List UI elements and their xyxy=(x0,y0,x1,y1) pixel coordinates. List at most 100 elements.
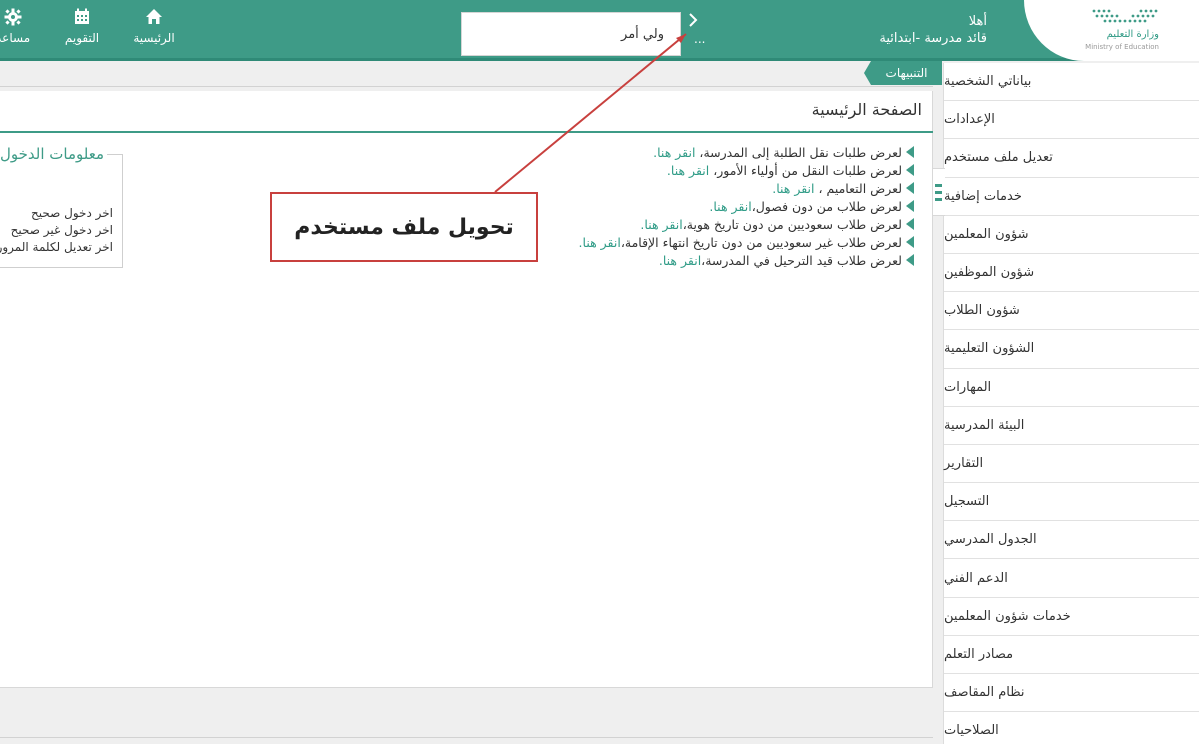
sidebar-item-profile[interactable]: بياناتي الشخصية xyxy=(944,63,1199,102)
logo-title: وزارة التعليم xyxy=(1106,29,1159,40)
sidebar-item-label: التقارير xyxy=(944,455,984,471)
alert-item: لعرض طلاب من دون فصول،انقر هنا. xyxy=(579,198,914,216)
alert-text: لعرض طلبات النقل من أولياء الأمور، xyxy=(709,163,902,178)
menu-icon-bar xyxy=(935,191,942,194)
sidebar-item-extra-services[interactable]: خدمات إضافية xyxy=(944,178,1199,216)
logo-subtitle: Ministry of Education xyxy=(1085,43,1159,51)
sidebar-item-educational-affairs[interactable]: الشؤون التعليمية xyxy=(944,330,1199,369)
sidebar-item-label: المهارات xyxy=(944,379,992,395)
nav-help-label: مساعد xyxy=(0,31,31,45)
sidebar-item-school-schedule[interactable]: الجدول المدرسي xyxy=(944,521,1199,560)
alert-item: لعرض طلاب سعوديين من دون تاريخ هوية،انقر… xyxy=(579,216,914,234)
sidebar-item-label: الدعم الفني xyxy=(944,570,1008,586)
alert-link[interactable]: انقر هنا. xyxy=(709,199,751,214)
caret-left-icon xyxy=(906,200,914,212)
alert-text: لعرض التعاميم ، xyxy=(814,181,902,196)
sidebar-menu: بياناتي الشخصية الإعدادات تعديل ملف مستخ… xyxy=(943,63,1199,744)
alert-link[interactable]: انقر هنا. xyxy=(579,235,621,250)
caret-left-icon xyxy=(906,218,914,230)
role-more[interactable]: ... xyxy=(694,32,705,46)
alert-text: لعرض طلاب غير سعوديين من دون تاريخ انتها… xyxy=(620,235,902,250)
login-info-title: معلومات الدخول xyxy=(0,145,108,163)
login-info-box: معلومات الدخول اخر دخول صحيح اخر دخول غي… xyxy=(0,145,123,268)
gear-icon xyxy=(0,8,34,30)
alert-text: لعرض طلاب من دون فصول، xyxy=(751,199,902,214)
sidebar-item-label: خدمات شؤون المعلمين xyxy=(944,608,1071,624)
user-greeting: أهلا قائد مدرسة -ابتدائية xyxy=(879,13,987,47)
menu-icon-bar xyxy=(935,198,942,201)
role-selector[interactable]: ولي أمر xyxy=(461,12,681,56)
alert-item: لعرض طلبات النقل من أولياء الأمور، انقر … xyxy=(579,162,914,180)
calendar-icon xyxy=(58,8,106,30)
alert-link[interactable]: انقر هنا. xyxy=(659,253,701,268)
alert-item: لعرض طلاب قيد الترحيل في المدرسة،انقر هن… xyxy=(579,252,914,270)
nav-home-label: الرئيسية xyxy=(133,31,175,45)
sidebar-item-employees-affairs[interactable]: شؤون الموظفين xyxy=(944,254,1199,293)
nav-calendar-label: التقويم xyxy=(64,31,100,45)
login-info-line: اخر دخول صحيح xyxy=(31,206,113,220)
sidebar-item-edit-user-file[interactable]: تعديل ملف مستخدم xyxy=(944,139,1199,178)
caret-left-icon xyxy=(906,146,914,158)
logo-mark-icon xyxy=(1092,9,1158,23)
role-selector-value: ولي أمر xyxy=(621,27,664,42)
sidebar-item-canteen-system[interactable]: نظام المقاصف xyxy=(944,674,1199,713)
alert-text: لعرض طلاب قيد الترحيل في المدرسة، xyxy=(701,253,902,268)
user-role: قائد مدرسة -ابتدائية xyxy=(879,31,987,46)
sidebar-item-label: الإعدادات xyxy=(944,112,995,128)
annotation-callout: تحويل ملف مستخدم xyxy=(270,192,538,262)
sidebar-item-teacher-services[interactable]: خدمات شؤون المعلمين xyxy=(944,598,1199,636)
home-icon xyxy=(130,8,178,30)
menu-icon-bar xyxy=(935,184,942,187)
sidebar-item-registration[interactable]: التسجيل xyxy=(944,483,1199,522)
sidebar-item-technical-support[interactable]: الدعم الفني xyxy=(944,559,1199,598)
caret-left-icon xyxy=(906,254,914,266)
main-panel: الصفحة الرئيسية لعرض طلبات نقل الطلبة إل… xyxy=(0,91,933,688)
sidebar-item-label: التسجيل xyxy=(944,494,990,510)
nav-home[interactable]: الرئيسية xyxy=(130,8,178,46)
alert-link[interactable]: انقر هنا. xyxy=(667,163,709,178)
alert-link[interactable]: انقر هنا. xyxy=(772,181,814,196)
sidebar-item-settings[interactable]: الإعدادات xyxy=(944,101,1199,140)
alert-text: لعرض طلاب سعوديين من دون تاريخ هوية، xyxy=(682,217,902,232)
alert-item: لعرض طلاب غير سعوديين من دون تاريخ انتها… xyxy=(579,234,914,252)
caret-left-icon xyxy=(906,164,914,176)
alert-item: لعرض التعاميم ، انقر هنا. xyxy=(579,180,914,198)
sidebar-item-label: شؤون المعلمين xyxy=(944,226,1029,242)
login-info-line: اخر تعديل لكلمة المرور xyxy=(0,240,113,254)
alert-text: لعرض طلبات نقل الطلبة إلى المدرسة، xyxy=(695,145,902,160)
greeting-text: أهلا xyxy=(968,14,987,29)
sidebar-item-school-environment[interactable]: البيئة المدرسية xyxy=(944,407,1199,445)
header-divider xyxy=(0,58,1199,61)
sidebar-item-learning-resources[interactable]: مصادر التعلم xyxy=(944,636,1199,674)
sidebar-item-label: تعديل ملف مستخدم xyxy=(944,150,1053,166)
nav-calendar[interactable]: التقويم xyxy=(58,8,106,46)
nav-help[interactable]: مساعد xyxy=(0,8,34,46)
alert-item: لعرض طلبات نقل الطلبة إلى المدرسة، انقر … xyxy=(579,144,914,162)
sidebar-item-label: نظام المقاصف xyxy=(944,685,1025,701)
sidebar-item-skills[interactable]: المهارات xyxy=(944,369,1199,407)
notifications-divider xyxy=(0,86,933,87)
sidebar-item-students-affairs[interactable]: شؤون الطلاب xyxy=(944,292,1199,331)
sidebar-item-label: الشؤون التعليمية xyxy=(944,341,1035,357)
login-info-line: اخر دخول غير صحيح xyxy=(10,223,113,237)
chevron-right-icon[interactable] xyxy=(688,12,698,32)
sidebar-item-label: الجدول المدرسي xyxy=(944,532,1037,548)
alerts-list: لعرض طلبات نقل الطلبة إلى المدرسة، انقر … xyxy=(579,144,914,270)
sidebar-item-teachers-affairs[interactable]: شؤون المعلمين xyxy=(944,216,1199,254)
alert-link[interactable]: انقر هنا. xyxy=(640,217,682,232)
sidebar-item-reports[interactable]: التقارير xyxy=(944,445,1199,484)
sidebar-item-label: خدمات إضافية xyxy=(944,188,1022,204)
sidebar-item-label: الصلاحيات xyxy=(944,723,999,739)
caret-left-icon xyxy=(906,182,914,194)
title-underline xyxy=(0,131,933,133)
caret-left-icon xyxy=(906,236,914,248)
sidebar-item-label: بياناتي الشخصية xyxy=(944,74,1032,90)
sidebar-item-label: البيئة المدرسية xyxy=(944,417,1025,433)
page-title: الصفحة الرئيسية xyxy=(811,100,922,119)
alert-link[interactable]: انقر هنا. xyxy=(653,145,695,160)
tab-notifications[interactable]: التنبيهات xyxy=(864,61,942,85)
sidebar-item-permissions[interactable]: الصلاحيات xyxy=(944,712,1199,744)
sidebar-item-label: مصادر التعلم xyxy=(944,646,1014,662)
sidebar-item-label: شؤون الطلاب xyxy=(944,303,1020,319)
sidebar-item-label: شؤون الموظفين xyxy=(944,265,1035,281)
